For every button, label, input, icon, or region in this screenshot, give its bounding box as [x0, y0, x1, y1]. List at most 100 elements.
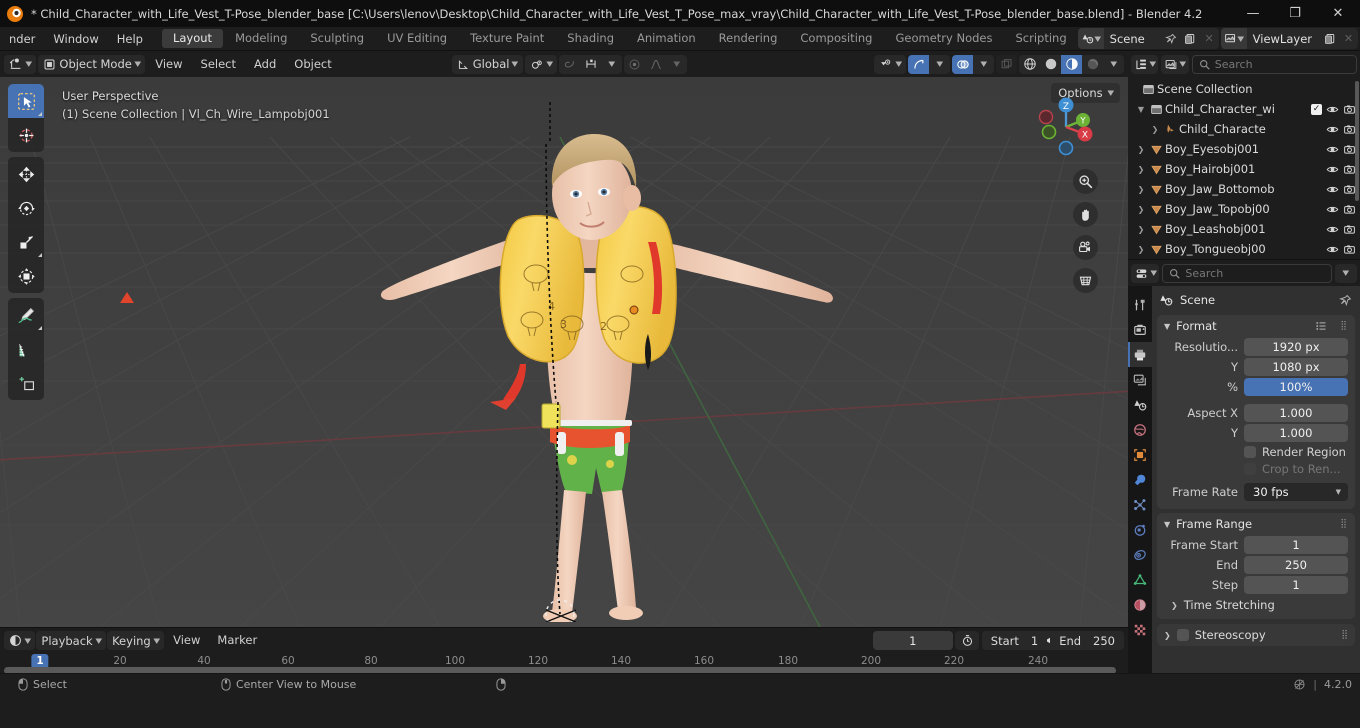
- menu-item-help[interactable]: Help: [108, 27, 152, 51]
- drag-handle[interactable]: ⣿: [1340, 321, 1348, 331]
- resolution-y-field[interactable]: 1080 px: [1244, 357, 1348, 376]
- expander-icon[interactable]: ❯: [1134, 245, 1148, 254]
- menu-item-render[interactable]: nder: [0, 27, 44, 51]
- render-region-row[interactable]: Render Region: [1244, 445, 1348, 459]
- eye-icon[interactable]: [1326, 143, 1339, 156]
- current-frame-field[interactable]: 1: [872, 631, 953, 650]
- keying-menu[interactable]: Keying ▼: [107, 631, 165, 650]
- expander-icon[interactable]: ❯: [1134, 205, 1148, 214]
- eye-icon[interactable]: [1326, 243, 1339, 256]
- tab-tool[interactable]: [1128, 292, 1152, 317]
- annotate-tool[interactable]: [8, 298, 44, 332]
- falloff-curve-icon[interactable]: [645, 55, 666, 74]
- crop-to-render-row[interactable]: Crop to Ren...: [1244, 462, 1348, 476]
- tab-uv-editing[interactable]: UV Editing: [376, 29, 458, 48]
- stereoscopy-panel[interactable]: ❯ Stereoscopy ⣿: [1157, 624, 1355, 646]
- expander-icon[interactable]: ❯: [1134, 165, 1148, 174]
- expander-icon[interactable]: ▼: [1134, 105, 1148, 114]
- tab-constraints[interactable]: [1128, 542, 1152, 567]
- viewlayer-datablock[interactable]: ▼ ViewLayer ✕: [1220, 28, 1358, 49]
- pin-scene-icon[interactable]: [1162, 28, 1181, 49]
- resolution-x-field[interactable]: 1920 px: [1244, 337, 1348, 356]
- outliner-row-scene-collection[interactable]: Scene Collection: [1128, 79, 1360, 99]
- tab-object-data[interactable]: [1128, 567, 1152, 592]
- new-viewlayer-icon[interactable]: [1320, 28, 1339, 49]
- zoom-icon[interactable]: [1073, 169, 1098, 194]
- tab-render[interactable]: [1128, 317, 1152, 342]
- outliner-row-boy-tongue[interactable]: ❯ Boy_Tongueobj00: [1128, 239, 1360, 259]
- eye-icon[interactable]: [1326, 103, 1339, 116]
- tab-view-layer[interactable]: [1128, 367, 1152, 392]
- frame-rate-dropdown[interactable]: 30 fps ▼: [1244, 482, 1348, 501]
- properties-search-input[interactable]: Search: [1162, 263, 1332, 283]
- outliner-scrollbar[interactable]: [1355, 81, 1359, 201]
- drag-handle[interactable]: ⣿: [1341, 630, 1348, 640]
- outliner-editor-type[interactable]: ▼: [1131, 54, 1159, 74]
- timeline-editor-type[interactable]: ▼: [4, 631, 36, 650]
- show-overlays-icon[interactable]: [952, 54, 973, 74]
- measure-tool[interactable]: [8, 332, 44, 366]
- viewport-menu-view[interactable]: View: [147, 55, 190, 74]
- outliner-row-boy-leash[interactable]: ❯ Boy_Leashobj001: [1128, 219, 1360, 239]
- expander-icon[interactable]: ❯: [1134, 225, 1148, 234]
- tab-object[interactable]: [1128, 442, 1152, 467]
- snap-magnet-icon[interactable]: [580, 55, 601, 74]
- cursor-tool[interactable]: [8, 118, 44, 152]
- rotate-tool[interactable]: [8, 191, 44, 225]
- tab-animation[interactable]: Animation: [626, 29, 707, 48]
- character-model[interactable]: 4 3 2: [360, 102, 850, 622]
- tab-rendering[interactable]: Rendering: [708, 29, 789, 48]
- proportional-editing-icon[interactable]: [624, 55, 645, 74]
- tweak-select-box-tool[interactable]: [8, 84, 44, 118]
- delete-scene-icon[interactable]: ✕: [1200, 28, 1219, 49]
- outliner-row-boy-eyes[interactable]: ❯ Boy_Eyesobj001: [1128, 139, 1360, 159]
- tab-modeling[interactable]: Modeling: [224, 29, 298, 48]
- viewport-menu-select[interactable]: Select: [193, 55, 244, 74]
- outliner-tree[interactable]: Scene Collection ▼ Child_Character_wi ✓ …: [1128, 77, 1360, 259]
- rendered-shading-icon[interactable]: [1082, 55, 1103, 74]
- minimize-button[interactable]: —: [1232, 0, 1274, 27]
- format-panel-header[interactable]: ▼ Format ⣿: [1157, 315, 1355, 337]
- expander-icon[interactable]: ❯: [1134, 185, 1148, 194]
- outliner-row-child-character-armature[interactable]: ❯ Child_Characte: [1128, 119, 1360, 139]
- tab-layout[interactable]: Layout: [161, 29, 224, 48]
- editor-type-selector[interactable]: ▼: [4, 54, 37, 74]
- outliner-row-boy-hair[interactable]: ❯ Boy_Hairobj001: [1128, 159, 1360, 179]
- camera-view-icon[interactable]: [1073, 235, 1098, 260]
- outliner-search-input[interactable]: Search: [1191, 54, 1357, 74]
- proportional-edit-icon[interactable]: [559, 55, 580, 74]
- gizmo-dropdown[interactable]: ▼: [929, 55, 950, 74]
- drag-handle[interactable]: ⣿: [1340, 519, 1348, 529]
- preset-list-icon[interactable]: [1315, 320, 1327, 332]
- viewport-menu-object[interactable]: Object: [286, 55, 339, 74]
- tab-compositing[interactable]: Compositing: [789, 29, 883, 48]
- stereoscopy-checkbox[interactable]: [1176, 629, 1189, 641]
- solid-shading-icon[interactable]: [1040, 55, 1061, 74]
- pan-hand-icon[interactable]: [1073, 202, 1098, 227]
- tab-geometry-nodes[interactable]: Geometry Nodes: [884, 29, 1003, 48]
- outliner-display-mode[interactable]: ▼: [1161, 54, 1189, 74]
- 3d-viewport[interactable]: 4 3 2 User Perspective (1) Scene Collect…: [0, 77, 1128, 627]
- end-frame-field[interactable]: End 250: [1050, 631, 1124, 650]
- toggle-perspective-icon[interactable]: [1073, 268, 1098, 293]
- xray-toggle-icon[interactable]: [996, 54, 1017, 74]
- scene-datablock[interactable]: ▼ Scene ✕: [1077, 28, 1219, 49]
- pivot-point-selector[interactable]: ▼: [524, 54, 558, 74]
- aspect-x-field[interactable]: 1.000: [1244, 403, 1348, 422]
- tab-shading[interactable]: Shading: [556, 29, 625, 48]
- outliner-row-boy-jaw-top[interactable]: ❯ Boy_Jaw_Topobj00: [1128, 199, 1360, 219]
- expander-icon[interactable]: ❯: [1134, 145, 1148, 154]
- chevron-right-icon[interactable]: ❯: [1164, 631, 1171, 640]
- new-scene-icon[interactable]: [1181, 28, 1200, 49]
- interaction-mode-selector[interactable]: Object Mode ▼: [38, 54, 146, 74]
- frame-start-field[interactable]: 1: [1244, 535, 1348, 554]
- tab-scene[interactable]: [1128, 392, 1152, 417]
- viewport-menu-add[interactable]: Add: [246, 55, 284, 74]
- eye-icon[interactable]: [1326, 183, 1339, 196]
- properties-options-dropdown[interactable]: ▼: [1335, 263, 1357, 283]
- tab-particles[interactable]: [1128, 492, 1152, 517]
- falloff-dropdown[interactable]: ▼: [666, 55, 687, 74]
- tab-physics[interactable]: [1128, 517, 1152, 542]
- use-preview-range-icon[interactable]: [955, 631, 979, 650]
- tab-sculpting[interactable]: Sculpting: [299, 29, 375, 48]
